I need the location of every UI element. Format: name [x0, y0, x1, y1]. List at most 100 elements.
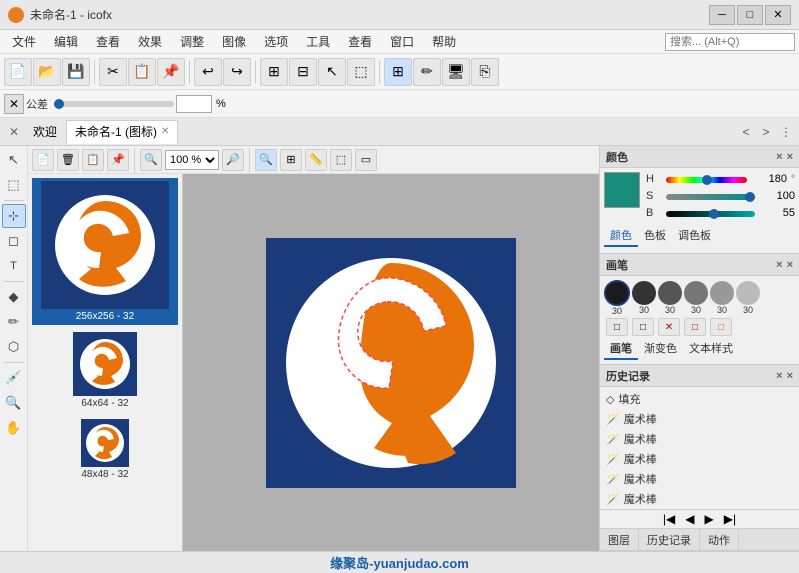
tolerance-slider[interactable] — [54, 101, 174, 107]
menu-view2[interactable]: 查看 — [340, 31, 380, 52]
tool-rect-select[interactable]: ⬚ — [2, 173, 26, 197]
canvas-copy[interactable]: 📋 — [82, 149, 104, 171]
tab-prev-button[interactable]: < — [737, 123, 755, 141]
brush-action-delete[interactable]: ✕ — [658, 318, 680, 336]
brush-action-2[interactable]: □ — [632, 318, 654, 336]
brush-action-4[interactable]: □ — [710, 318, 732, 336]
minimize-button[interactable]: ─ — [709, 5, 735, 25]
brush-item-6[interactable]: 30 — [736, 281, 760, 315]
history-prev[interactable]: ◀ — [681, 512, 698, 526]
tool-lasso[interactable]: ◻ — [2, 229, 26, 253]
zoom-select[interactable]: 100 % — [165, 150, 219, 170]
color-tab-palette[interactable]: 调色板 — [672, 225, 717, 247]
tool-text[interactable]: T — [2, 254, 26, 278]
tab-icon[interactable]: 未命名-1 (图标) ✕ — [66, 120, 178, 144]
frame-btn[interactable]: ⬚ — [347, 58, 375, 86]
brush-tab-gradient[interactable]: 渐变色 — [638, 338, 683, 360]
cut-button[interactable]: ✂ — [99, 58, 127, 86]
history-first[interactable]: |◀ — [659, 512, 679, 526]
tool-options-icon[interactable]: ✕ — [4, 94, 24, 114]
history-item-1[interactable]: 🪄 魔术棒 — [602, 409, 797, 429]
history-next[interactable]: ▶ — [701, 512, 718, 526]
canvas-delete[interactable]: 🗑 — [57, 149, 79, 171]
history-last[interactable]: ▶| — [720, 512, 740, 526]
view-grid[interactable]: ⊞ — [280, 149, 302, 171]
history-panel-close[interactable]: × — [787, 370, 793, 382]
brush-item-2[interactable]: 30 — [632, 281, 656, 315]
paste-button[interactable]: 📌 — [157, 58, 185, 86]
brush-panel-pin[interactable]: × — [776, 259, 782, 271]
canvas-paste[interactable]: 📌 — [107, 149, 129, 171]
zoom-in[interactable]: 🔎 — [222, 149, 244, 171]
bottom-tab-history[interactable]: 历史记录 — [639, 529, 700, 550]
copy-button[interactable]: 📋 — [128, 58, 156, 86]
h-slider[interactable] — [666, 177, 747, 183]
menu-adjust[interactable]: 调整 — [172, 31, 212, 52]
screen-btn[interactable]: 🖥 — [442, 58, 470, 86]
brush-tab-brush[interactable]: 画笔 — [604, 338, 638, 360]
grid-view-btn[interactable]: ⊞ — [384, 58, 412, 86]
maximize-button[interactable]: □ — [737, 5, 763, 25]
menu-image[interactable]: 图像 — [214, 31, 254, 52]
new-button[interactable]: 📄 — [4, 58, 32, 86]
brush-action-1[interactable]: □ — [606, 318, 628, 336]
b-slider[interactable] — [666, 211, 755, 217]
brush-panel-close[interactable]: × — [787, 259, 793, 271]
save-button[interactable]: 💾 — [62, 58, 90, 86]
color-panel-close[interactable]: × — [787, 151, 793, 163]
bottom-tab-layers[interactable]: 图层 — [600, 529, 639, 550]
brush-item-3[interactable]: 30 — [658, 281, 682, 315]
view-rulers[interactable]: 📏 — [305, 149, 327, 171]
grid-btn1[interactable]: ⊞ — [260, 58, 288, 86]
menu-view1[interactable]: 查看 — [88, 31, 128, 52]
history-item-0[interactable]: ◇ 填充 — [602, 389, 797, 409]
history-item-4[interactable]: 🪄 魔术棒 — [602, 469, 797, 489]
brush-action-3[interactable]: □ — [684, 318, 706, 336]
tab-next-button[interactable]: > — [757, 123, 775, 141]
undo-button[interactable]: ↩ — [194, 58, 222, 86]
view-extra[interactable]: ▭ — [355, 149, 377, 171]
icon-item-48[interactable]: 48x48 - 32 — [32, 416, 178, 483]
menu-effects[interactable]: 效果 — [130, 31, 170, 52]
tool-eyedropper[interactable]: 💉 — [2, 366, 26, 390]
color-tab-swatches[interactable]: 色板 — [638, 225, 672, 247]
tool-zoom[interactable]: 🔍 — [2, 391, 26, 415]
tab-close-all[interactable]: ✕ — [4, 122, 24, 142]
icon-item-256[interactable]: 256x256 - 32 — [32, 178, 178, 325]
open-button[interactable]: 📂 — [33, 58, 61, 86]
history-item-2[interactable]: 🪄 魔术棒 — [602, 429, 797, 449]
history-panel-pin[interactable]: × — [776, 370, 782, 382]
zoom-out[interactable]: 🔍 — [140, 149, 162, 171]
menu-edit[interactable]: 编辑 — [46, 31, 86, 52]
search-input[interactable] — [665, 33, 795, 51]
tab-welcome[interactable]: 欢迎 — [24, 120, 66, 144]
tab-menu-button[interactable]: ⋮ — [777, 123, 795, 141]
tool-wand[interactable]: ⊹ — [2, 204, 26, 228]
menu-help[interactable]: 帮助 — [424, 31, 464, 52]
menu-options[interactable]: 选项 — [256, 31, 296, 52]
tool-brush[interactable]: ✏ — [2, 310, 26, 334]
color-panel-pin[interactable]: × — [776, 151, 782, 163]
view-search[interactable]: 🔍 — [255, 149, 277, 171]
pen-btn[interactable]: ✏ — [413, 58, 441, 86]
canvas-new-size[interactable]: 📄 — [32, 149, 54, 171]
tab-icon-close[interactable]: ✕ — [161, 126, 169, 137]
tool-move[interactable]: ✋ — [2, 416, 26, 440]
bottom-tab-actions[interactable]: 动作 — [700, 529, 739, 550]
main-canvas[interactable] — [183, 174, 599, 551]
export-btn[interactable]: ⎘ — [471, 58, 499, 86]
view-frame[interactable]: ⬚ — [330, 149, 352, 171]
menu-tools[interactable]: 工具 — [298, 31, 338, 52]
brush-item-4[interactable]: 30 — [684, 281, 708, 315]
tool-eraser[interactable]: ⬡ — [2, 335, 26, 359]
icon-item-64[interactable]: 64x64 - 32 — [32, 329, 178, 412]
s-slider[interactable] — [666, 194, 755, 200]
history-item-5[interactable]: 🪄 魔术棒 — [602, 489, 797, 509]
menu-file[interactable]: 文件 — [4, 31, 44, 52]
redo-button[interactable]: ↪ — [223, 58, 251, 86]
color-swatch[interactable] — [604, 172, 640, 208]
brush-tab-text[interactable]: 文本样式 — [683, 338, 739, 360]
color-tab-color[interactable]: 颜色 — [604, 225, 638, 247]
menu-window[interactable]: 窗口 — [382, 31, 422, 52]
tool-select[interactable]: ↖ — [2, 148, 26, 172]
